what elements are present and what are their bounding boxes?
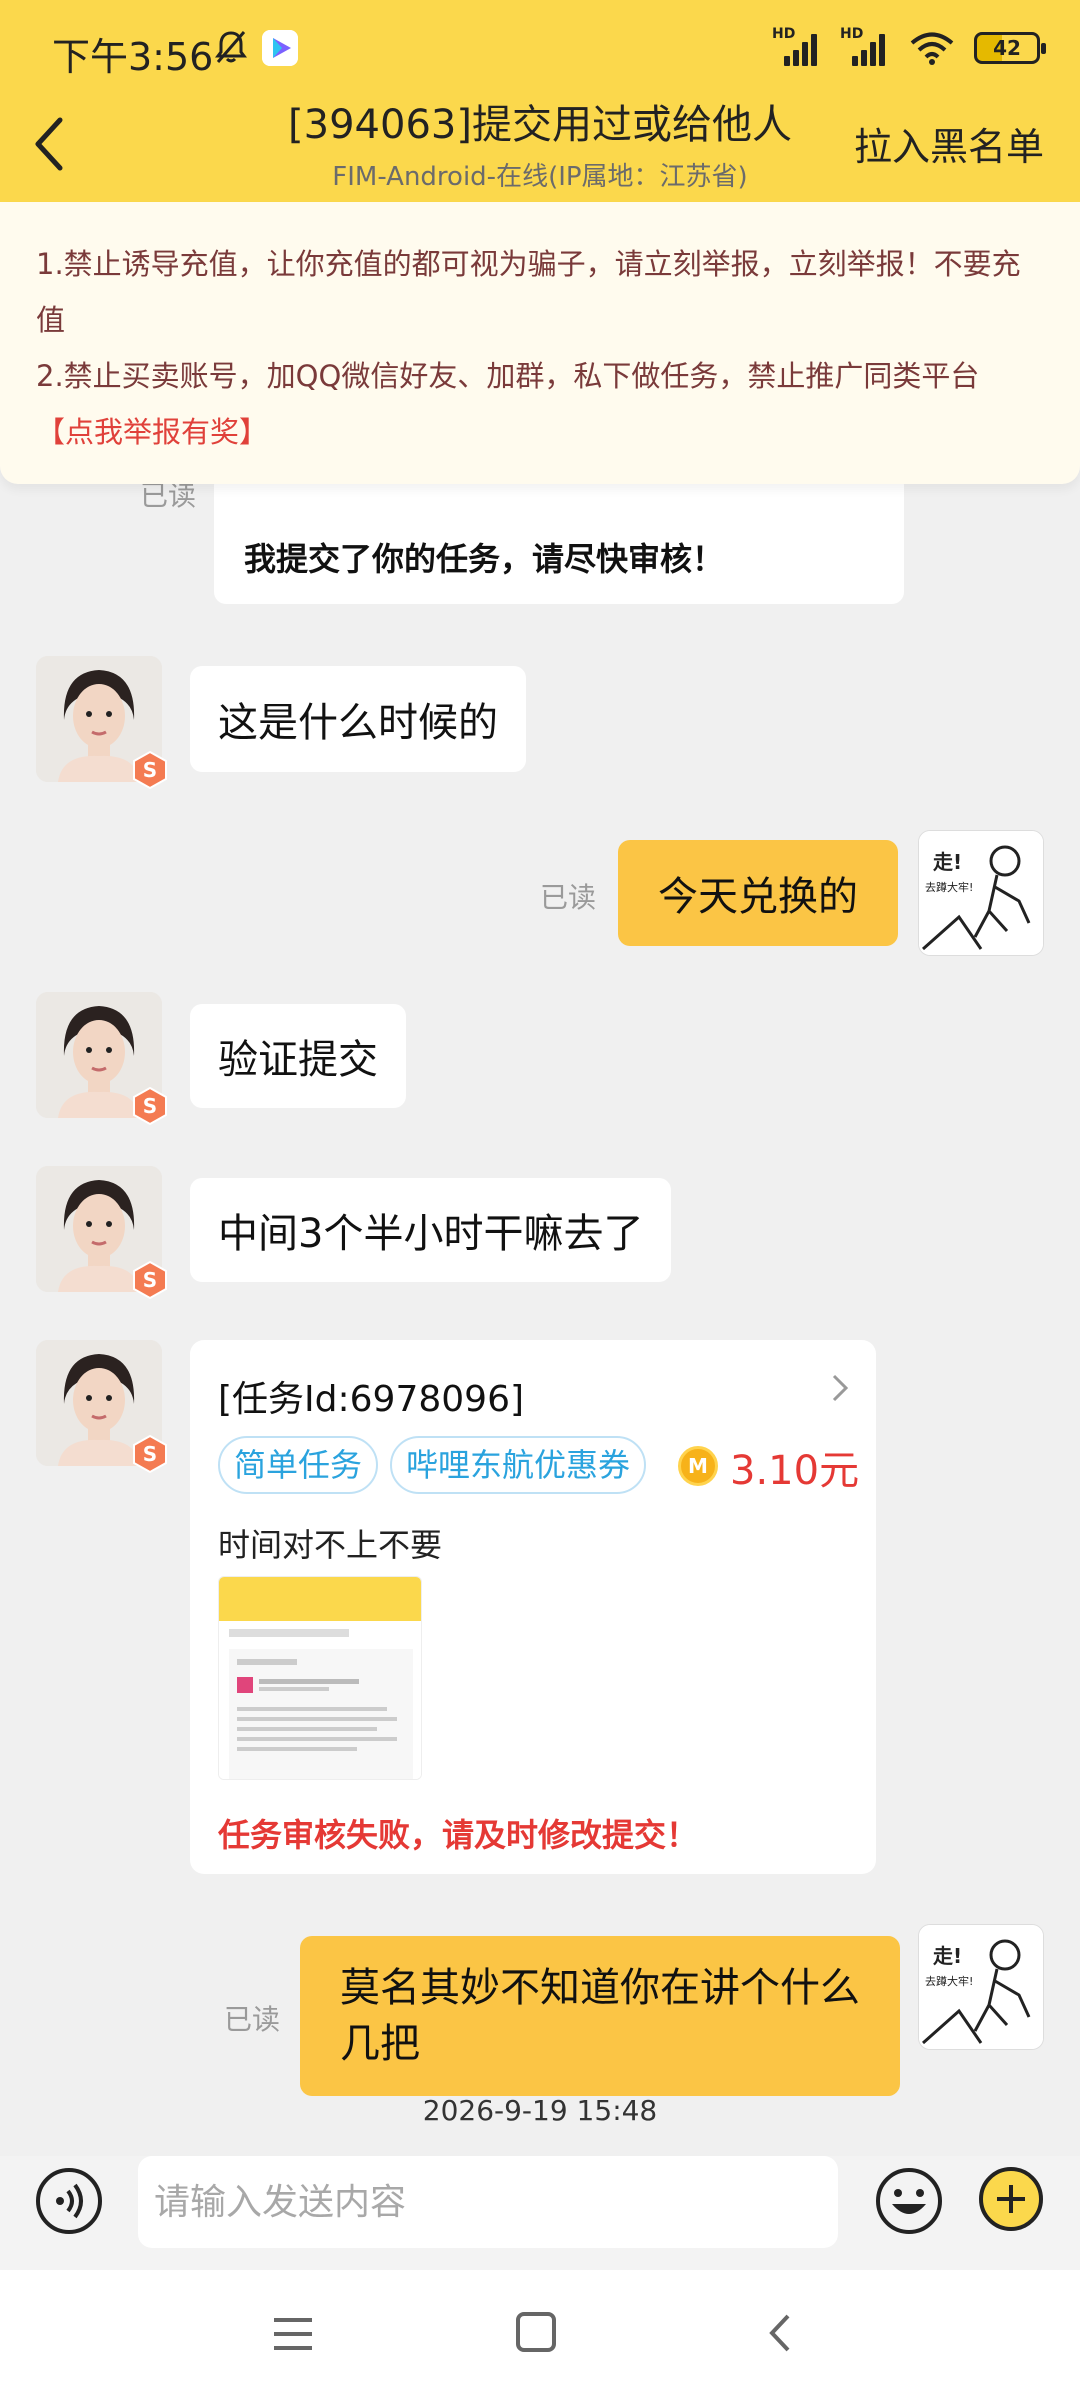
emoji-icon[interactable] [874,2166,944,2236]
chat-area[interactable]: 已读 我提交了你的任务，请尽快审核！ S 这是什么时候的 已读 今天兑换的 走!… [0,484,1080,2156]
tag-coupon: 哔哩东航优惠券 [390,1436,647,1494]
card-top-text: 我提交了你的任务，请尽快审核！ [244,540,725,578]
status-time: 下午3:56 [52,35,214,79]
home-icon[interactable] [516,2312,556,2352]
read-mark: 已读 [224,2003,281,2036]
notice-line-2: 2.禁止买卖账号，加QQ微信好友、加群，私下做任务，禁止推广同类平台 [36,359,980,393]
svg-text:去蹲大牢!: 去蹲大牢! [925,1974,973,1988]
notice-banner: 1.禁止诱导充值，让你充值的都可视为骗子，请立刻举报，立刻举报！不要充值 2.禁… [0,202,1080,484]
screenshot-thumbnail[interactable] [218,1576,422,1780]
report-link[interactable]: 【点我举报有奖】 [36,415,268,449]
verified-badge-icon: S [133,1086,167,1126]
message-timestamp: 2026-9-19 15:48 [422,2094,658,2127]
task-price: 3.10元 [730,1448,860,1494]
task-card[interactable]: [任务Id:6978096] 简单任务 哔哩东航优惠券 M 3.10元 时间对不… [190,1340,876,1874]
verified-badge-icon: S [133,750,167,790]
screenshot-preview-image [219,1577,421,1779]
my-message-bubble[interactable]: 今天兑换的 [618,840,898,946]
app-notification-icon [262,30,298,66]
message-input[interactable] [138,2156,838,2248]
my-avatar[interactable]: 走! 去蹲大牢! [918,830,1044,956]
input-bar [0,2156,1080,2270]
task-note: 时间对不上不要 [218,1526,443,1564]
svg-text:去蹲大牢!: 去蹲大牢! [925,880,973,894]
sticker-avatar-icon: 走! 去蹲大牢! [919,1925,1043,2049]
message-bubble[interactable]: 中间3个半小时干嘛去了 [190,1178,672,1282]
signal-icon-2: HD [840,26,890,66]
voice-icon [56,2183,83,2219]
svg-text:S: S [143,1268,157,1292]
nav-back-icon[interactable] [764,2310,794,2356]
svg-text:走!: 走! [933,850,962,874]
tag-simple-task: 简单任务 [218,1436,379,1494]
menu-icon[interactable] [270,2314,316,2354]
svg-text:S: S [143,758,157,782]
svg-text:S: S [143,1094,157,1118]
read-mark: 已读 [540,881,597,914]
my-message-bubble[interactable]: 莫名其妙不知道你在讲个什么几把 [300,1936,900,2096]
battery-indicator: 42 [974,32,1046,64]
my-avatar[interactable]: 走! 去蹲大牢! [918,1924,1044,2050]
system-nav-bar [0,2270,1080,2400]
read-mark: 已读 [140,484,197,512]
svg-text:S: S [143,1442,157,1466]
coin-icon: M [678,1446,718,1486]
task-id: [任务Id:6978096] [218,1379,525,1420]
task-card-partial[interactable]: 我提交了你的任务，请尽快审核！ [214,484,904,604]
message-bubble[interactable]: 验证提交 [190,1004,406,1108]
message-bubble[interactable]: 这是什么时候的 [190,666,526,772]
blacklist-button[interactable]: 拉入黑名单 [854,116,1044,171]
status-icons: HD HD 42 [772,26,1046,66]
header: 下午3:56 HD HD 42 [394063]提交用过或给他人 FIM-And… [0,0,1080,202]
svg-text:走!: 走! [933,1944,962,1968]
review-failed-text: 任务审核失败，请及时修改提交！ [218,1816,699,1854]
more-plus-icon[interactable] [978,2166,1044,2232]
verified-badge-icon: S [133,1434,167,1474]
chevron-right-icon[interactable] [828,1370,852,1406]
verified-badge-icon: S [133,1260,167,1300]
bell-muted-icon [215,31,247,63]
wifi-icon [910,32,954,65]
notice-line-1: 1.禁止诱导充值，让你充值的都可视为骗子，请立刻举报，立刻举报！不要充值 [36,247,1021,337]
voice-input-button[interactable] [36,2168,102,2234]
sticker-avatar-icon: 走! 去蹲大牢! [919,831,1043,955]
signal-icon: HD [772,26,822,66]
